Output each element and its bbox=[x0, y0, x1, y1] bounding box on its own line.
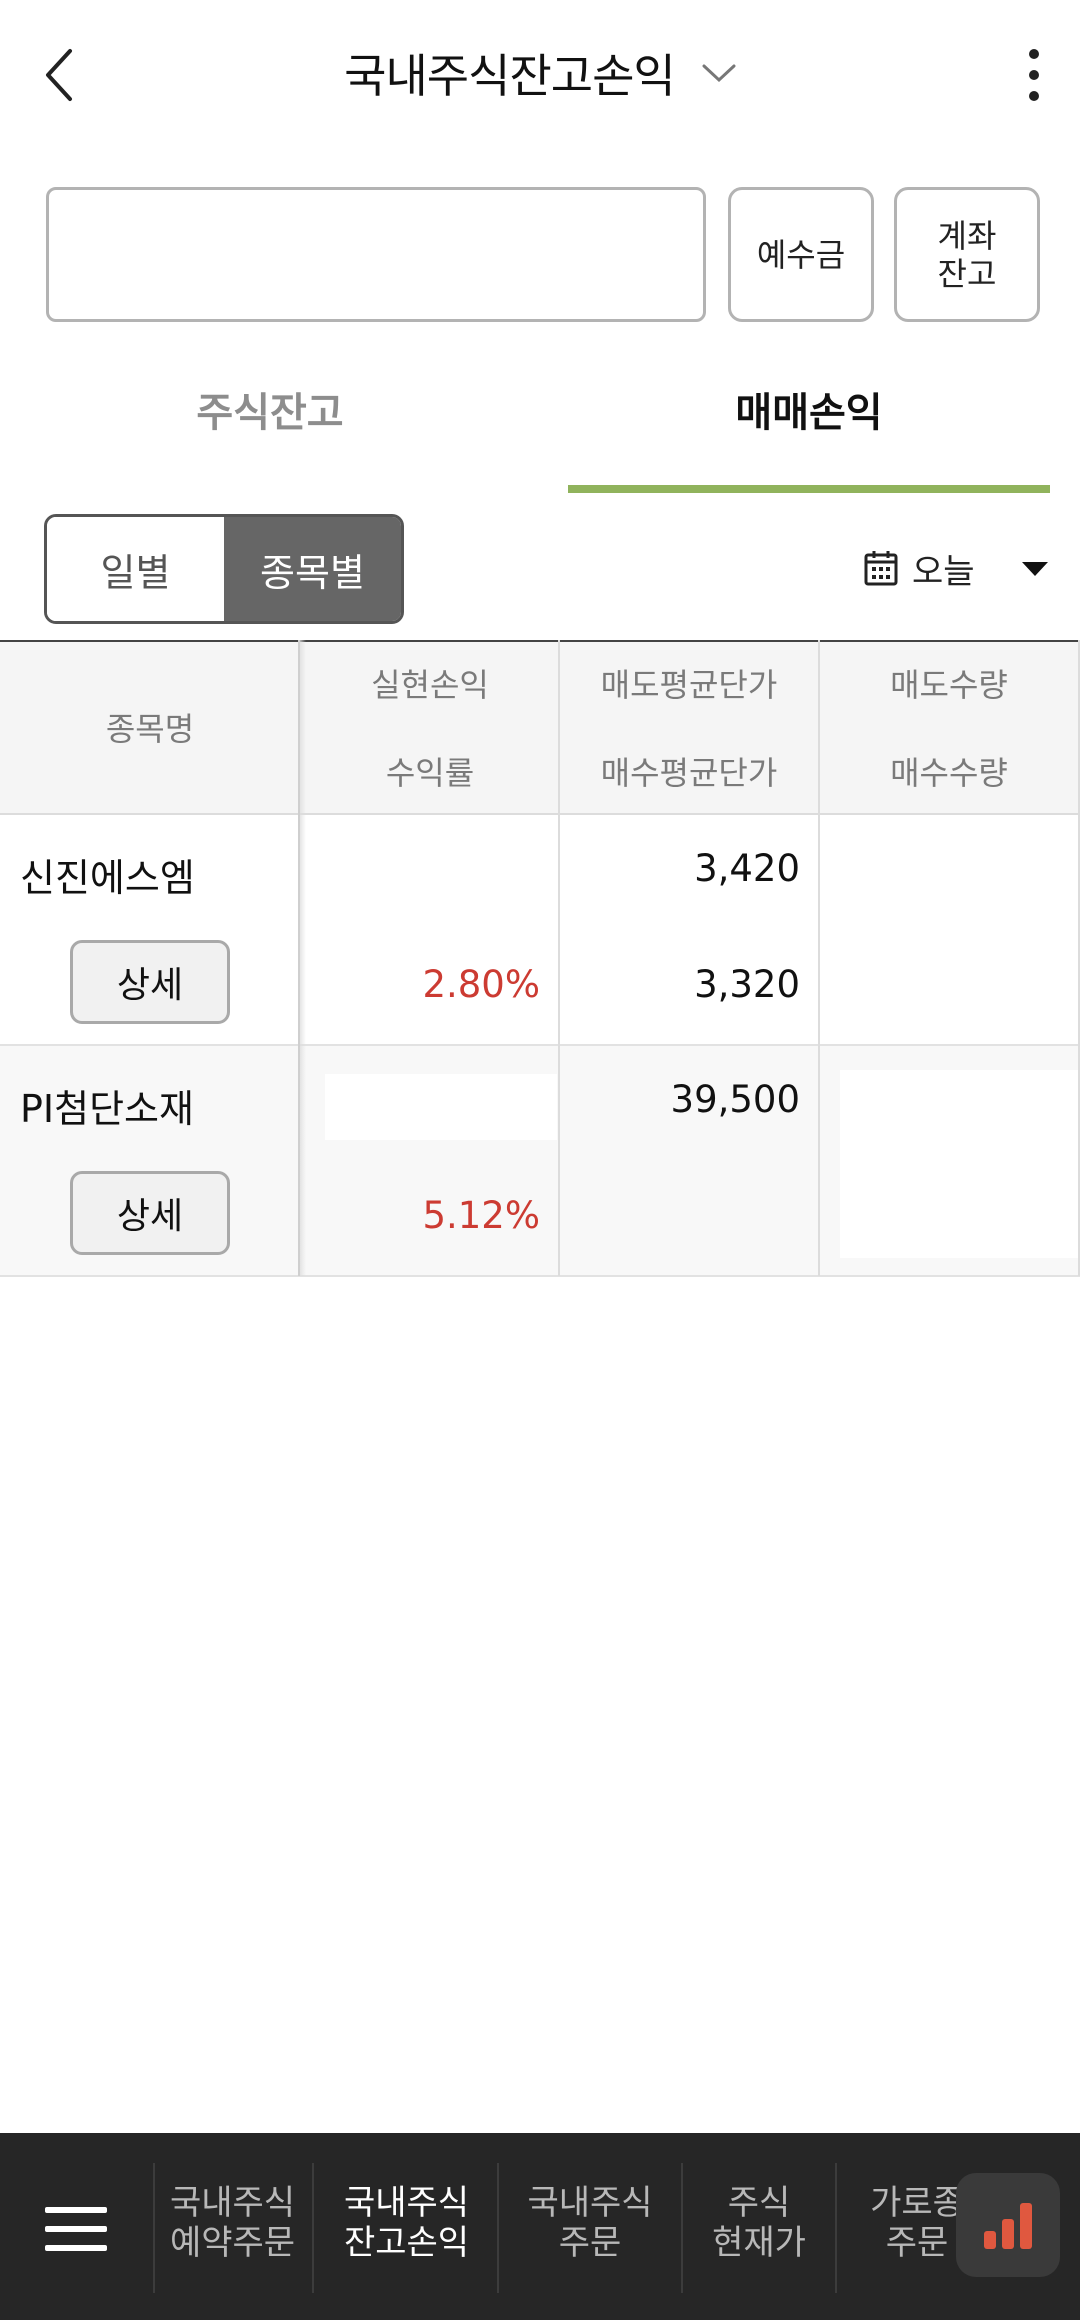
header-realized-pl: 실현손익 bbox=[371, 666, 489, 704]
table-row[interactable]: 신진에스엠 상세 2.80% 3,420 3,320 bbox=[0, 815, 1080, 1046]
column-divider bbox=[558, 640, 560, 1276]
segment-by-stock[interactable]: 종목별 bbox=[224, 517, 401, 621]
return-rate-value: 5.12% bbox=[422, 1194, 540, 1237]
table-row[interactable]: PI첨단소재 상세 5.12% 39,500 bbox=[0, 1046, 1080, 1277]
page-title: 국내주식잔고손익 bbox=[344, 49, 676, 103]
chart-shortcut-button[interactable] bbox=[956, 2173, 1060, 2277]
column-divider bbox=[818, 640, 820, 1276]
more-options-icon[interactable] bbox=[1024, 48, 1044, 102]
header-stock-name: 종목명 bbox=[105, 710, 195, 748]
nav-item-stock-order[interactable]: 국내주식 주문 bbox=[499, 2183, 681, 2263]
table-header: 종목명 실현손익 수익률 매도평균단가 매수평균단가 매도수량 매수수량 bbox=[0, 640, 1080, 815]
calendar-icon bbox=[864, 551, 898, 586]
column-divider bbox=[298, 640, 300, 1276]
tab-trading-pl[interactable]: 매매손익 bbox=[568, 380, 1050, 440]
segment-daily[interactable]: 일별 bbox=[47, 517, 224, 621]
detail-button[interactable]: 상세 bbox=[70, 1171, 230, 1255]
account-select-field[interactable] bbox=[46, 187, 706, 322]
header-return-rate: 수익률 bbox=[385, 754, 475, 792]
header-avg-buy-price: 매수평균단가 bbox=[600, 754, 778, 792]
masked-value-placeholder bbox=[325, 1074, 557, 1140]
bar-chart-icon bbox=[984, 2203, 1032, 2249]
stock-name: 신진에스엠 bbox=[20, 856, 195, 900]
app-header: 국내주식잔고손익 bbox=[0, 0, 1080, 150]
deposit-button[interactable]: 예수금 bbox=[728, 187, 874, 322]
avg-buy-price-value: 3,320 bbox=[694, 963, 800, 1006]
header-avg-sell-price: 매도평균단가 bbox=[600, 666, 778, 704]
return-rate-value: 2.80% bbox=[422, 963, 540, 1006]
nav-item-balance-pl[interactable]: 국내주식 잔고손익 bbox=[314, 2183, 499, 2263]
header-sell-qty: 매도수량 bbox=[890, 666, 1008, 704]
hamburger-menu-icon[interactable] bbox=[45, 2205, 107, 2253]
chevron-down-icon bbox=[702, 64, 736, 83]
account-balance-button[interactable]: 계좌 잔고 bbox=[894, 187, 1040, 322]
active-tab-indicator bbox=[568, 485, 1050, 493]
nav-item-reserved-order[interactable]: 국내주식 예약주문 bbox=[155, 2183, 310, 2263]
header-buy-qty: 매수수량 bbox=[890, 754, 1008, 792]
detail-button[interactable]: 상세 bbox=[70, 940, 230, 1024]
avg-sell-price-value: 3,420 bbox=[694, 847, 800, 890]
caret-down-icon[interactable] bbox=[1022, 562, 1048, 576]
view-mode-toggle: 일별 종목별 bbox=[44, 514, 404, 624]
date-filter[interactable]: 오늘 bbox=[864, 540, 975, 596]
page-title-dropdown[interactable]: 국내주식잔고손익 bbox=[0, 40, 1080, 106]
bottom-navigation: 국내주식 예약주문 국내주식 잔고손익 국내주식 주문 주식 현재가 가로종 주… bbox=[0, 2133, 1080, 2320]
masked-value-placeholder bbox=[840, 1070, 1080, 1258]
stock-name: PI첨단소재 bbox=[20, 1087, 194, 1131]
tab-stock-balance[interactable]: 주식잔고 bbox=[0, 380, 540, 440]
date-filter-label: 오늘 bbox=[912, 551, 975, 592]
nav-item-current-price[interactable]: 주식 현재가 bbox=[683, 2183, 835, 2263]
avg-sell-price-value: 39,500 bbox=[670, 1078, 800, 1121]
